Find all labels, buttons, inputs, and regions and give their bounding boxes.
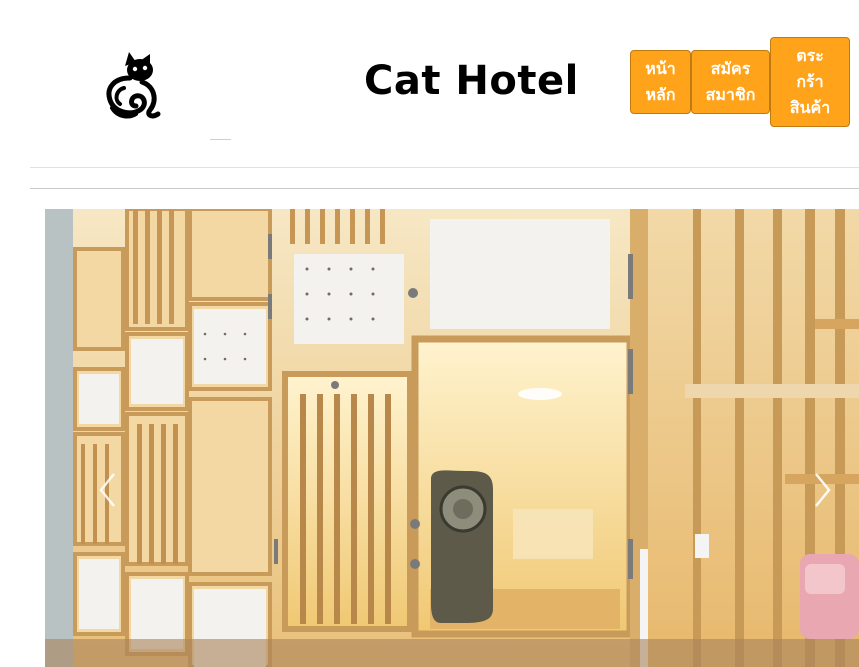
logo-divider: [210, 139, 231, 140]
register-button[interactable]: สมัคร สมาชิก: [691, 50, 770, 114]
chevron-left-icon: [99, 473, 115, 507]
register-button-label: สมัคร สมาชิก: [705, 59, 756, 104]
site-header: Cat Hotel หน้า หลัก สมัคร สมาชิก ตระ กร้…: [0, 0, 859, 160]
header-divider-top: [30, 167, 859, 168]
carousel-image: [45, 209, 859, 667]
cat-logo-icon[interactable]: [100, 48, 166, 120]
cart-button-label: ตระ กร้า สินค้า: [789, 46, 831, 117]
home-button[interactable]: หน้า หลัก: [630, 50, 691, 114]
chevron-right-icon: [815, 473, 831, 507]
site-title: Cat Hotel: [364, 58, 579, 104]
carousel-next-button[interactable]: [810, 470, 834, 510]
hero-carousel[interactable]: [45, 209, 859, 667]
home-button-label: หน้า หลัก: [645, 59, 676, 104]
header-divider-bottom: [30, 188, 859, 189]
carousel-prev-button[interactable]: [96, 470, 120, 510]
cart-button[interactable]: ตระ กร้า สินค้า: [770, 37, 850, 127]
